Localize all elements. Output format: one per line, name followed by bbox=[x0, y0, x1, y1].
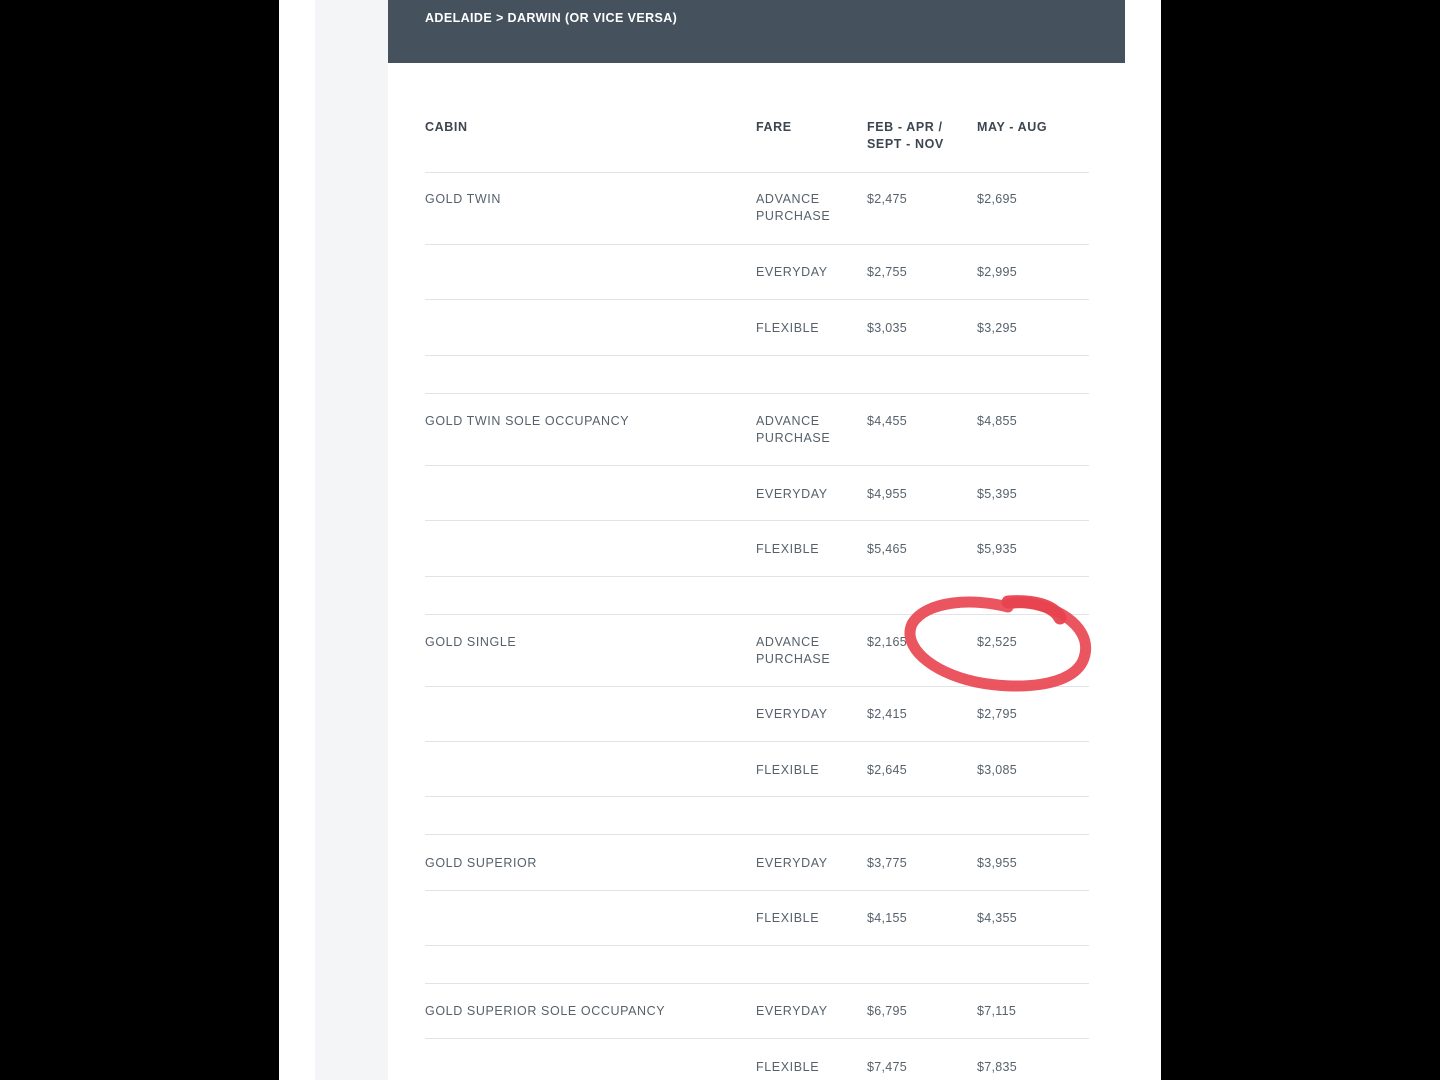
fare-type: FLEXIBLE bbox=[756, 1060, 820, 1074]
fare-type: ADVANCE PURCHASE bbox=[756, 634, 830, 668]
price-season-2: $5,935 bbox=[977, 542, 1018, 556]
price-season-1: $4,155 bbox=[867, 911, 908, 925]
fare-type-line: PURCHASE bbox=[756, 209, 831, 223]
column-header-cabin: CABIN bbox=[425, 120, 468, 134]
row-divider bbox=[425, 890, 1089, 891]
cabin-name: GOLD SUPERIOR SOLE OCCUPANCY bbox=[425, 1004, 666, 1018]
column-header-season-2: MAY - AUG bbox=[977, 120, 1048, 134]
row-divider bbox=[425, 741, 1089, 742]
fare-type: EVERYDAY bbox=[756, 265, 828, 279]
price-season-1: $2,645 bbox=[867, 763, 908, 777]
group-divider bbox=[425, 834, 1089, 835]
fare-type-line: ADVANCE bbox=[756, 192, 820, 206]
row-divider bbox=[425, 686, 1089, 687]
fare-type: ADVANCE PURCHASE bbox=[756, 413, 830, 447]
fare-type: FLEXIBLE bbox=[756, 542, 820, 556]
column-header-season-1-line-2: SEPT - NOV bbox=[867, 137, 944, 151]
column-header-fare: FARE bbox=[756, 120, 792, 134]
fare-type: FLEXIBLE bbox=[756, 321, 820, 335]
row-divider bbox=[425, 1038, 1089, 1039]
page-background: ADELAIDE > DARWIN (OR VICE VERSA) CABIN … bbox=[315, 0, 1125, 1080]
tablet-screen: ADELAIDE > DARWIN (OR VICE VERSA) CABIN … bbox=[279, 0, 1161, 1080]
column-header-season-1: FEB - APR / SEPT - NOV bbox=[867, 119, 944, 153]
route-header: ADELAIDE > DARWIN (OR VICE VERSA) bbox=[388, 0, 1125, 63]
fare-type: FLEXIBLE bbox=[756, 763, 820, 777]
price-season-2: $4,855 bbox=[977, 414, 1018, 428]
price-season-2: $3,955 bbox=[977, 856, 1018, 870]
price-season-1: $5,465 bbox=[867, 542, 908, 556]
price-season-2: $5,395 bbox=[977, 487, 1018, 501]
row-divider bbox=[425, 796, 1089, 797]
price-season-1: $6,795 bbox=[867, 1004, 908, 1018]
fare-type-line: ADVANCE bbox=[756, 414, 820, 428]
cabin-name: GOLD SINGLE bbox=[425, 635, 517, 649]
fare-type-line: PURCHASE bbox=[756, 652, 831, 666]
price-season-2: $3,295 bbox=[977, 321, 1018, 335]
fare-table-card: ADELAIDE > DARWIN (OR VICE VERSA) CABIN … bbox=[388, 0, 1125, 1080]
price-season-2: $7,835 bbox=[977, 1060, 1018, 1074]
cabin-name: GOLD TWIN bbox=[425, 192, 502, 206]
price-season-2: $2,695 bbox=[977, 192, 1018, 206]
fare-type: FLEXIBLE bbox=[756, 911, 820, 925]
price-season-1: $4,955 bbox=[867, 487, 908, 501]
fare-type: EVERYDAY bbox=[756, 856, 828, 870]
route-title: ADELAIDE > DARWIN (OR VICE VERSA) bbox=[425, 11, 678, 25]
fare-type-line: PURCHASE bbox=[756, 431, 831, 445]
row-divider bbox=[425, 244, 1089, 245]
row-divider bbox=[425, 945, 1089, 946]
cabin-name: GOLD SUPERIOR bbox=[425, 856, 537, 870]
table-divider bbox=[425, 172, 1089, 173]
row-divider bbox=[425, 355, 1089, 356]
price-season-1: $2,755 bbox=[867, 265, 908, 279]
row-divider bbox=[425, 299, 1089, 300]
price-season-2: $4,355 bbox=[977, 911, 1018, 925]
fare-type: ADVANCE PURCHASE bbox=[756, 191, 830, 225]
price-season-1: $3,035 bbox=[867, 321, 908, 335]
fare-type: EVERYDAY bbox=[756, 1004, 828, 1018]
fare-type-line: ADVANCE bbox=[756, 635, 820, 649]
price-season-2: $7,115 bbox=[977, 1004, 1017, 1018]
group-divider bbox=[425, 393, 1089, 394]
price-season-2-highlighted: $2,525 bbox=[977, 635, 1018, 649]
price-season-2: $2,795 bbox=[977, 707, 1018, 721]
price-season-1: $2,415 bbox=[867, 707, 908, 721]
row-divider bbox=[425, 465, 1089, 466]
row-divider bbox=[425, 520, 1089, 521]
price-season-1: $2,475 bbox=[867, 192, 908, 206]
price-season-2: $3,085 bbox=[977, 763, 1018, 777]
cabin-name: GOLD TWIN SOLE OCCUPANCY bbox=[425, 414, 630, 428]
price-season-1: $4,455 bbox=[867, 414, 908, 428]
fare-type: EVERYDAY bbox=[756, 707, 828, 721]
group-divider bbox=[425, 983, 1089, 984]
price-season-1: $3,775 bbox=[867, 856, 908, 870]
price-season-1: $2,165 bbox=[867, 635, 908, 649]
price-season-1: $7,475 bbox=[867, 1060, 908, 1074]
row-divider bbox=[425, 576, 1089, 577]
fare-type: EVERYDAY bbox=[756, 487, 828, 501]
price-season-2: $2,995 bbox=[977, 265, 1018, 279]
column-header-season-1-line-1: FEB - APR / bbox=[867, 120, 943, 134]
group-divider bbox=[425, 614, 1089, 615]
